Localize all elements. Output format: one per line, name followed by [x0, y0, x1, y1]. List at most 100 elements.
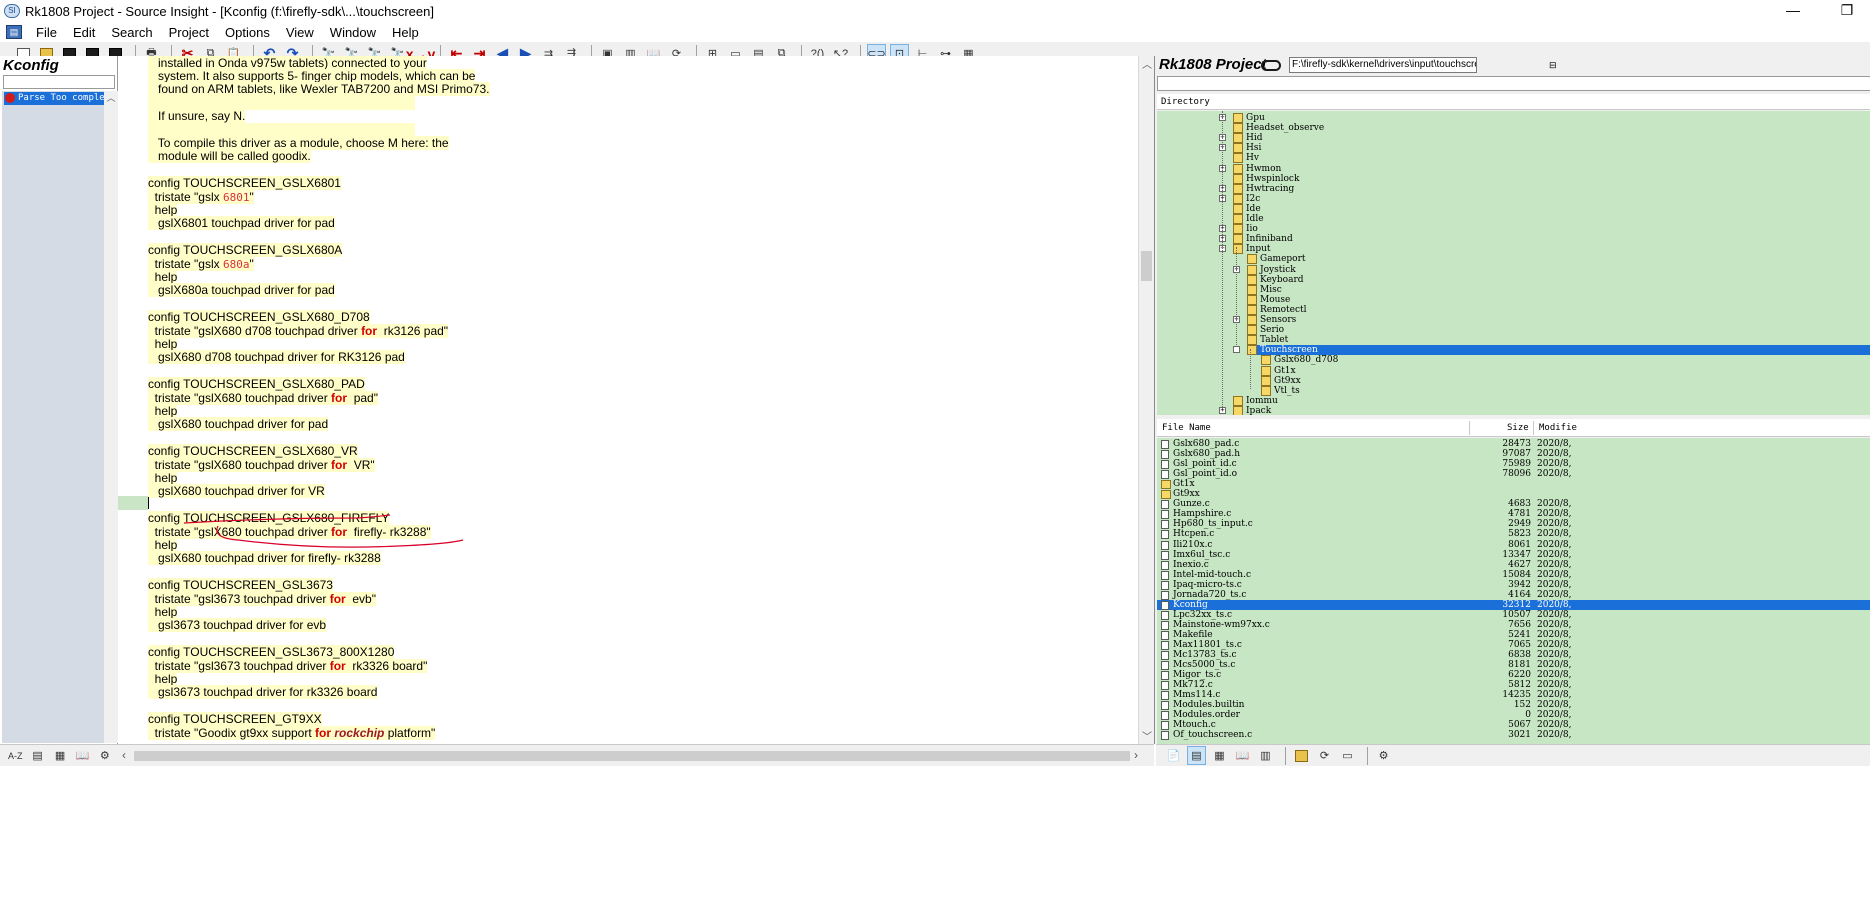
list-view-icon[interactable]: ▤ [28, 746, 46, 765]
code-line[interactable]: config TOUCHSCREEN_GSLX6801 [148, 176, 341, 191]
file-row[interactable]: Max11801_ts.c 7065 2020/8, [1157, 640, 1870, 650]
category-icon[interactable]: ▦ [51, 746, 69, 765]
code-line[interactable]: module will be called goodix. [148, 149, 311, 164]
tree-item-misc[interactable]: Misc [1247, 284, 1282, 295]
code-line[interactable]: help [148, 604, 178, 619]
tree-item-hid[interactable]: + Hid [1219, 133, 1263, 144]
collapse-icon[interactable]: − [1233, 346, 1240, 354]
column-header-modified[interactable]: Modifie [1539, 419, 1577, 437]
file-row[interactable]: Of_touchscreen.c 3021 2020/8, [1157, 730, 1870, 741]
code-line[interactable]: tristate "gslX680 touchpad driver for fi… [148, 524, 431, 539]
file-row[interactable]: Jornada720_ts.c 4164 2020/8, [1157, 590, 1870, 600]
tree-item-i2c[interactable]: + I2c [1219, 193, 1260, 204]
tree-item-gpu[interactable]: + Gpu [1219, 113, 1265, 123]
file-filter-input[interactable] [1157, 76, 1870, 91]
sync-icon[interactable]: ⟳ [1315, 746, 1334, 765]
tree-item-idle[interactable]: Idle [1233, 214, 1264, 224]
tree-item-hwmon[interactable]: + Hwmon [1219, 163, 1281, 174]
code-line[interactable]: tristate "gslX680 touchpad driver for VR… [148, 457, 375, 472]
file-list[interactable]: Gslx680_pad.c 28473 2020/8, Gslx680_pad.h 97… [1157, 438, 1870, 744]
code-line[interactable]: tristate "gsl3673 touchpad driver for rk… [148, 658, 428, 673]
tree-item-sensors[interactable]: + Sensors [1233, 315, 1296, 325]
file-row[interactable]: Kconfig 32312 2020/8, [1157, 599, 1870, 610]
code-line[interactable]: tristate "gslX680 touchpad driver for pa… [148, 390, 378, 405]
tree-item-gameport[interactable]: Gameport [1247, 254, 1306, 265]
sort-az-icon[interactable]: A-Z [6, 746, 24, 765]
code-line[interactable] [148, 95, 415, 110]
editor-scroll-thumb[interactable] [1141, 251, 1152, 281]
file-row[interactable]: Mainstone-wm97xx.c 7656 2020/8, [1157, 620, 1870, 630]
symbol-list[interactable]: Parse Too complex [2, 91, 106, 743]
symbol-filter-input[interactable] [3, 75, 115, 89]
tree-item-iio[interactable]: + Iio [1219, 224, 1258, 235]
menu-edit[interactable]: Edit [65, 25, 103, 40]
file-list-view-icon[interactable]: ▤ [1187, 746, 1206, 765]
menu-search[interactable]: Search [103, 25, 160, 40]
code-line[interactable]: config TOUCHSCREEN_GSL3673_800X1280 [148, 645, 395, 660]
code-line[interactable]: gslX680 d708 touchpad driver for RK3126 … [148, 350, 405, 365]
code-line[interactable]: To compile this driver as a module, choo… [148, 135, 449, 150]
menu-project[interactable]: Project [161, 25, 217, 40]
code-line[interactable]: config TOUCHSCREEN_GSL3673 [148, 578, 333, 593]
code-line[interactable]: gsl3673 touchpad driver for rk3326 board [148, 685, 378, 700]
file-row[interactable]: Gslx680_pad.h 97087 2020/8, [1157, 449, 1870, 460]
tree-item-gslx680_d708[interactable]: Gslx680_d708 [1261, 355, 1338, 366]
file-row[interactable]: Mms114.c 14235 2020/8, [1157, 690, 1870, 701]
code-line[interactable]: config TOUCHSCREEN_GSLX680_VR [148, 444, 358, 459]
tree-item-ide[interactable]: Ide [1233, 203, 1261, 214]
project-path-field[interactable]: F:\firefly-sdk\kernel\drivers\input\touc… [1289, 57, 1477, 73]
file-row[interactable]: Gt1x [1157, 479, 1870, 490]
code-line[interactable]: config TOUCHSCREEN_GSLX680_D708 [148, 310, 370, 325]
code-line[interactable]: gslX680 touchpad driver for pad [148, 417, 329, 432]
symbol-book-icon[interactable]: 📖 [73, 746, 91, 765]
tree-item-ipack[interactable]: + Ipack [1219, 405, 1271, 415]
code-line[interactable]: help [148, 671, 178, 686]
editor-vertical-scrollbar[interactable]: ︿ ﹀ [1138, 56, 1154, 744]
code-line[interactable]: tristate "gslx 680a" [148, 256, 254, 271]
file-row[interactable]: Mcs5000_ts.c 8181 2020/8, [1157, 660, 1870, 671]
code-line[interactable]: installed in Onda v975w tablets) connect… [148, 56, 427, 70]
tree-item-tablet[interactable]: Tablet [1247, 335, 1288, 346]
scroll-up-arrow-icon[interactable]: ︿ [1139, 56, 1155, 72]
code-line[interactable]: gslX680 touchpad driver for VR [148, 484, 325, 499]
menu-view[interactable]: View [278, 25, 322, 40]
file-list-icon[interactable]: 📄 [1164, 746, 1183, 765]
menu-help[interactable]: Help [384, 25, 427, 40]
code-line[interactable]: tristate "gslX680 d708 touchpad driver f… [148, 323, 449, 338]
column-header-size[interactable]: Size [1507, 419, 1529, 437]
file-row[interactable]: Gsl_point_id.o 78096 2020/8, [1157, 469, 1870, 480]
code-line[interactable]: help [148, 537, 178, 552]
code-line[interactable]: found on ARM tablets, like Wexler TAB720… [148, 82, 490, 97]
code-line[interactable]: config TOUCHSCREEN_GT9XX [148, 712, 322, 727]
editor-horizontal-scrollbar[interactable]: ‹ › [118, 744, 1154, 766]
file-row[interactable]: Hp680_ts_input.c 2949 2020/8, [1157, 519, 1870, 530]
category-view-icon[interactable]: ▦ [1210, 746, 1229, 765]
tree-item-headset_observe[interactable]: Headset_observe [1233, 123, 1324, 134]
project-settings-icon[interactable]: ⚙ [1374, 746, 1393, 765]
column-divider[interactable] [1469, 421, 1470, 435]
code-line[interactable]: gsl3673 touchpad driver for evb [148, 618, 327, 633]
code-line[interactable]: tristate "gslx 6801" [148, 189, 254, 204]
file-row[interactable]: Modules.order 0 2020/8, [1157, 710, 1870, 721]
tree-item-input[interactable]: − Input [1219, 244, 1271, 255]
file-row[interactable]: Htcpen.c 5823 2020/8, [1157, 529, 1870, 540]
minimize-button[interactable]: — [1770, 0, 1816, 22]
file-row[interactable]: Ipaq-micro-ts.c 3942 2020/8, [1157, 580, 1870, 590]
scroll-left-arrow-icon[interactable]: ‹ [122, 748, 126, 762]
code-line[interactable] [148, 122, 415, 137]
code-line[interactable]: help [148, 202, 178, 217]
tree-item-infiniband[interactable]: + Infiniband [1219, 234, 1293, 245]
file-row[interactable]: Mk712.c 5812 2020/8, [1157, 680, 1870, 691]
code-line[interactable]: help [148, 336, 178, 351]
file-row[interactable]: Mtouch.c 5067 2020/8, [1157, 720, 1870, 731]
code-line[interactable]: config TOUCHSCREEN_GSLX680_FIREFLY [148, 511, 390, 526]
menu-options[interactable]: Options [217, 25, 278, 40]
file-row[interactable]: Lpc32xx_ts.c 10507 2020/8, [1157, 610, 1870, 620]
tree-item-mouse[interactable]: Mouse [1247, 294, 1290, 305]
tree-item-iommu[interactable]: Iommu [1233, 395, 1278, 406]
file-row[interactable]: Migor_ts.c 6220 2020/8, [1157, 670, 1870, 681]
file-row[interactable]: Hampshire.c 4781 2020/8, [1157, 509, 1870, 520]
file-row[interactable]: Gslx680_pad.c 28473 2020/8, [1157, 439, 1870, 449]
column-header-file-name[interactable]: File Name [1162, 419, 1211, 437]
file-row[interactable]: Gt9xx [1157, 489, 1870, 500]
